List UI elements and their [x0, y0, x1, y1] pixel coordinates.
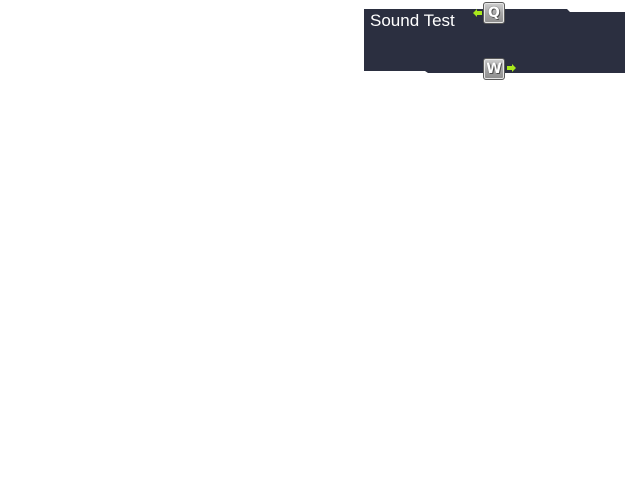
game-screen: Sound Test Q W	[0, 0, 640, 480]
w-key-label: W	[486, 61, 502, 77]
panel-title: Sound Test	[370, 11, 455, 30]
w-key-button[interactable]: W	[483, 58, 505, 80]
arrow-left-icon	[473, 9, 482, 17]
q-key-label: Q	[488, 5, 500, 21]
arrow-right-icon	[507, 64, 516, 72]
sound-test-panel: Sound Test Q W	[364, 2, 625, 80]
q-key-button[interactable]: Q	[483, 2, 505, 24]
